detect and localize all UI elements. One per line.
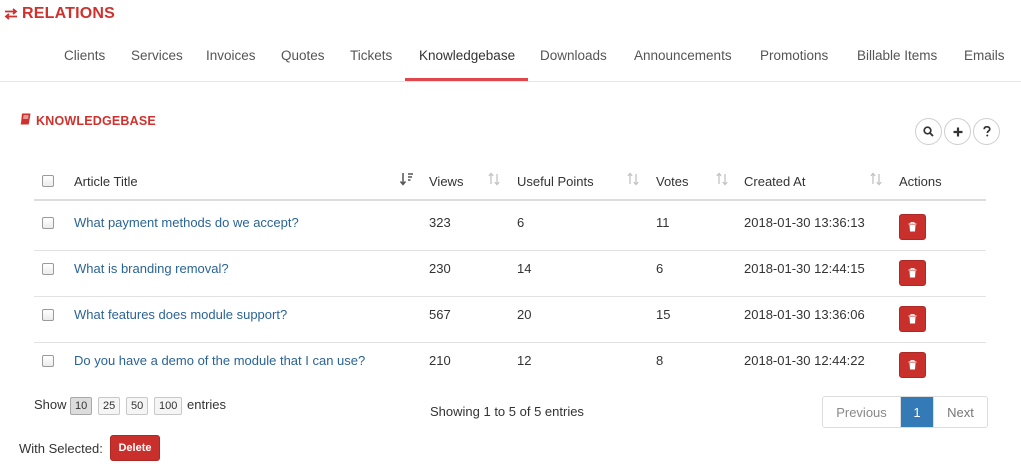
tab-emails[interactable]: Emails <box>964 48 1005 63</box>
tab-tickets[interactable]: Tickets <box>350 48 392 63</box>
trash-icon <box>908 312 917 327</box>
show-label: Show <box>34 397 67 412</box>
article-title-link[interactable]: What features does module support? <box>74 307 287 322</box>
column-header-useful-points[interactable]: Useful Points <box>517 174 594 189</box>
column-header-created-at[interactable]: Created At <box>744 174 805 189</box>
trash-icon <box>908 220 917 235</box>
useful-points-cell: 20 <box>517 307 532 322</box>
trash-icon <box>908 358 917 373</box>
page-size-50[interactable]: 50 <box>126 397 149 415</box>
next-page-button[interactable]: Next <box>933 397 987 427</box>
trash-icon <box>908 266 917 281</box>
row-divider <box>34 250 986 251</box>
column-header-views[interactable]: Views <box>429 174 463 189</box>
plus-icon <box>953 127 963 137</box>
tab-invoices[interactable]: Invoices <box>206 48 256 63</box>
sort-icon <box>488 172 500 189</box>
section-header: KNOWLEDGEBASE <box>20 113 156 128</box>
help-button[interactable] <box>973 118 1000 145</box>
views-cell: 210 <box>429 353 451 368</box>
votes-cell: 11 <box>656 215 670 230</box>
row-checkbox[interactable] <box>42 355 54 367</box>
created-at-cell: 2018-01-30 13:36:06 <box>744 307 865 322</box>
delete-row-button[interactable] <box>899 306 926 332</box>
created-at-cell: 2018-01-30 12:44:22 <box>744 353 865 368</box>
tab-services[interactable]: Services <box>131 48 183 63</box>
useful-points-cell: 12 <box>517 353 532 368</box>
with-selected-label: With Selected: <box>19 441 103 456</box>
search-icon <box>923 126 934 137</box>
views-cell: 230 <box>429 261 451 276</box>
sort-icon <box>716 172 728 189</box>
page-1-button[interactable]: 1 <box>901 397 933 427</box>
row-divider <box>34 342 986 343</box>
sort-icon <box>870 172 882 189</box>
created-at-cell: 2018-01-30 13:36:13 <box>744 215 865 230</box>
select-all-checkbox[interactable] <box>42 175 54 187</box>
sort-desc-icon <box>399 172 414 189</box>
section-title: KNOWLEDGEBASE <box>36 113 156 128</box>
active-tab-indicator <box>405 78 528 81</box>
exchange-icon <box>4 8 18 20</box>
column-header-votes[interactable]: Votes <box>656 174 689 189</box>
useful-points-cell: 14 <box>517 261 532 276</box>
delete-row-button[interactable] <box>899 352 926 378</box>
page-title: RELATIONS <box>22 5 116 22</box>
row-checkbox[interactable] <box>42 217 54 229</box>
article-title-link[interactable]: Do you have a demo of the module that I … <box>74 353 365 368</box>
delete-row-button[interactable] <box>899 214 926 240</box>
page-header: RELATIONS <box>4 5 115 23</box>
tab-quotes[interactable]: Quotes <box>281 48 325 63</box>
tab-billable-items[interactable]: Billable Items <box>857 48 937 63</box>
entries-label: entries <box>187 397 227 412</box>
tab-downloads[interactable]: Downloads <box>540 48 607 63</box>
tab-promotions[interactable]: Promotions <box>760 48 828 63</box>
sort-icon <box>627 172 639 189</box>
row-checkbox[interactable] <box>42 309 54 321</box>
created-at-cell: 2018-01-30 12:44:15 <box>744 261 865 276</box>
tab-knowledgebase[interactable]: Knowledgebase <box>419 48 515 63</box>
page-size-10[interactable]: 10 <box>70 397 93 415</box>
row-divider <box>34 296 986 297</box>
search-button[interactable] <box>915 118 942 145</box>
delete-row-button[interactable] <box>899 260 926 286</box>
table-header-divider <box>34 199 986 201</box>
votes-cell: 15 <box>656 307 671 322</box>
article-title-link[interactable]: What is branding removal? <box>74 261 229 276</box>
page-size-25[interactable]: 25 <box>98 397 121 415</box>
page-size-100[interactable]: 100 <box>154 397 183 415</box>
add-button[interactable] <box>944 118 971 145</box>
article-title-link[interactable]: What payment methods do we accept? <box>74 215 299 230</box>
useful-points-cell: 6 <box>517 215 525 230</box>
views-cell: 567 <box>429 307 451 322</box>
column-header-article-title[interactable]: Article Title <box>74 174 138 189</box>
book-icon <box>20 113 31 128</box>
row-checkbox[interactable] <box>42 263 54 275</box>
previous-page-button[interactable]: Previous <box>823 397 901 427</box>
bulk-delete-button[interactable]: Delete <box>110 435 160 461</box>
views-cell: 323 <box>429 215 451 230</box>
question-icon <box>982 126 991 137</box>
votes-cell: 8 <box>656 353 664 368</box>
tab-bar: Clients Services Invoices Quotes Tickets… <box>0 38 1021 82</box>
column-header-actions: Actions <box>899 174 942 189</box>
pagination: Previous 1 Next <box>822 396 988 428</box>
votes-cell: 6 <box>656 261 664 276</box>
table-info: Showing 1 to 5 of 5 entries <box>430 404 584 419</box>
tab-clients[interactable]: Clients <box>64 48 105 63</box>
tab-announcements[interactable]: Announcements <box>634 48 732 63</box>
